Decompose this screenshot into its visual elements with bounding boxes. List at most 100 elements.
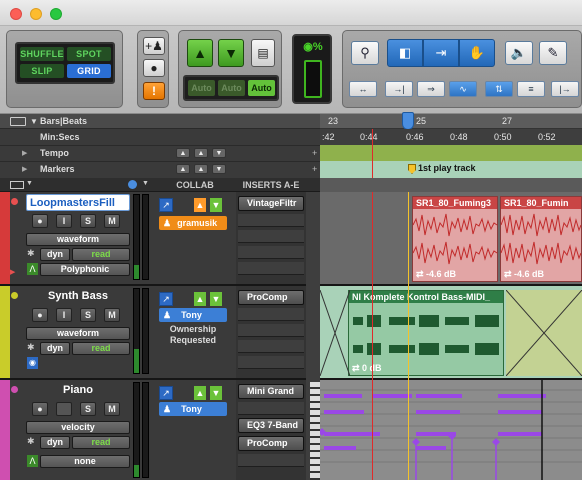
elastic-mode-selector[interactable]: none (40, 455, 130, 468)
auto-button-3[interactable]: Auto (248, 80, 275, 96)
arrow-up-icon[interactable]: ▲ (194, 148, 208, 158)
solo-button[interactable]: S (80, 308, 96, 322)
zoom-icon[interactable]: ⚲ (351, 41, 379, 65)
arrow-top-icon[interactable]: ▲ (176, 164, 190, 174)
add-tempo-icon[interactable]: + (312, 148, 317, 158)
spot-mode-button[interactable]: SPOT (67, 47, 111, 61)
arrow-down-icon[interactable]: ▼ (210, 386, 222, 400)
insert-slot-c[interactable] (238, 230, 304, 243)
mute-button[interactable]: M (104, 308, 120, 322)
mute-button[interactable]: M (104, 402, 120, 416)
lane-piano[interactable] (320, 380, 582, 480)
arrow-top-icon[interactable]: ▲ (176, 148, 190, 158)
crossfade-in[interactable] (320, 290, 350, 376)
crossfade-out[interactable] (506, 290, 582, 376)
speech-bubble-icon[interactable]: ● (143, 59, 165, 77)
share-track-icon[interactable]: ↗ (159, 198, 173, 212)
zoom-window-button[interactable] (50, 8, 62, 20)
midi-icon[interactable]: ◉ (27, 357, 38, 369)
markers-ruler[interactable]: 1st play track (320, 161, 582, 178)
automation-mode-selector[interactable]: read (72, 436, 130, 449)
arrow-up-icon[interactable]: ▲ (194, 292, 206, 306)
track-view-selector[interactable]: waveform (26, 233, 130, 246)
markers-expand-icon[interactable]: ▶ (22, 165, 27, 173)
share-track-icon[interactable]: ↗ (159, 386, 173, 400)
arrow-down-icon[interactable]: ▼ (210, 198, 222, 212)
solo-button[interactable]: S (80, 402, 96, 416)
lane-synth-bass[interactable]: NI Komplete Kontrol Bass-MIDI_ ⇄ 0 dB (320, 286, 582, 380)
minsecs-ruler[interactable]: :42 0:44 0:46 0:48 0:50 0:52 (320, 129, 582, 145)
speaker-icon[interactable]: 🔈 (505, 41, 533, 65)
insert-slot-d[interactable] (238, 246, 304, 259)
playlist-area[interactable]: SR1_80_Fuming3 ⇄ -4.6 dB SR1_80_Fumin ⇄ … (320, 192, 582, 480)
insert-slot-d[interactable]: ProComp (238, 436, 304, 451)
add-marker-icon[interactable]: + (312, 164, 317, 174)
elastic-audio-icon[interactable]: Λ (27, 455, 38, 467)
collab-user-badge[interactable]: ♟ Tony (159, 308, 227, 322)
expand-icon[interactable]: ▶ (10, 268, 15, 276)
slip-mode-button[interactable]: SLIP (20, 64, 64, 78)
insert-slot-b[interactable] (238, 214, 304, 227)
track-view-selector[interactable]: velocity (26, 421, 130, 434)
arrow-up-icon[interactable]: ▲ (194, 386, 206, 400)
link-timeline-icon[interactable]: ∿ (449, 81, 477, 97)
track-name-label[interactable]: Piano (26, 382, 130, 399)
nudge-icon[interactable]: ⇒ (417, 81, 445, 97)
piano-keyboard[interactable] (310, 382, 320, 480)
marker-flag-icon[interactable] (408, 164, 416, 174)
arrow-up-icon[interactable]: ▲ (187, 39, 213, 67)
dyn-selector[interactable]: dyn (40, 342, 70, 355)
grabber-tool-icon[interactable]: ✋ (459, 39, 495, 67)
expand-horizontal-icon[interactable]: ↔ (349, 81, 377, 97)
audio-clip[interactable]: SR1_80_Fumin ⇄ -4.6 dB (500, 196, 582, 282)
auto-button-1[interactable]: Auto (188, 80, 215, 96)
track-view-selector[interactable]: waveform (26, 327, 130, 340)
arrow-down-icon[interactable]: ▼ (218, 39, 244, 67)
tempo-ruler[interactable] (320, 145, 582, 161)
playhead-icon[interactable] (402, 112, 414, 130)
elastic-mode-selector[interactable]: Polyphonic (40, 263, 130, 276)
insert-slot-a[interactable]: ProComp (238, 290, 304, 305)
shuffle-mode-button[interactable]: SHUFFLE (20, 47, 64, 61)
insert-slot-a[interactable]: Mini Grand (238, 384, 304, 399)
insert-slot-c[interactable] (238, 324, 304, 337)
track-name-field[interactable]: LoopmastersFill (26, 194, 130, 211)
record-enable-button[interactable]: ● (32, 214, 48, 228)
minimize-window-button[interactable] (30, 8, 42, 20)
tab-transients-icon[interactable]: ≡ (517, 81, 545, 97)
info-icon[interactable]: ! (143, 82, 165, 100)
close-window-button[interactable] (10, 8, 22, 20)
record-enable-button[interactable]: ● (32, 308, 48, 322)
input-monitor-button[interactable]: I (56, 214, 72, 228)
dyn-selector[interactable]: dyn (40, 248, 70, 261)
pencil-icon[interactable]: ✎ (539, 41, 567, 65)
marker-label[interactable]: 1st play track (418, 163, 476, 173)
tempo-expand-icon[interactable]: ▶ (22, 149, 27, 157)
share-track-icon[interactable]: ↗ (159, 292, 173, 306)
collab-user-badge[interactable]: ♟ Tony (159, 402, 227, 416)
automation-mode-selector[interactable]: read (72, 248, 130, 261)
insert-slot-c[interactable]: EQ3 7-Band (238, 418, 304, 433)
solo-button[interactable]: S (80, 214, 96, 228)
arrow-up-icon[interactable]: ▲ (194, 164, 208, 174)
lane-loopmastersfill[interactable]: SR1_80_Fuming3 ⇄ -4.6 dB SR1_80_Fumin ⇄ … (320, 192, 582, 286)
insert-slot-e[interactable] (238, 262, 304, 275)
insert-slot-e[interactable] (238, 356, 304, 369)
automation-mode-selector[interactable]: read (72, 342, 130, 355)
track-list-menu-icon[interactable] (10, 181, 24, 189)
trim-tool-icon[interactable]: ◧ (387, 39, 423, 67)
ruler-menu-icon[interactable] (10, 117, 26, 126)
mute-button[interactable]: M (104, 214, 120, 228)
bars-beats-ruler[interactable]: 23 25 27 (320, 112, 582, 130)
arrow-down-icon[interactable]: ▼ (210, 292, 222, 306)
add-person-icon[interactable]: +♟ (143, 37, 165, 55)
insert-slot-d[interactable] (238, 340, 304, 353)
track-timebase-icon[interactable] (128, 180, 137, 189)
arrow-down-icon[interactable]: ▼ (212, 148, 226, 158)
document-icon[interactable]: ▤ (251, 39, 275, 67)
grid-mode-button[interactable]: GRID (67, 64, 111, 78)
dyn-selector[interactable]: dyn (40, 436, 70, 449)
arrow-up-icon[interactable]: ▲ (194, 198, 206, 212)
arrow-down-icon[interactable]: ▼ (212, 164, 226, 174)
ruler-timeline[interactable]: 23 25 27 :42 0:44 0:46 0:48 0:50 0:52 1s… (320, 112, 582, 178)
